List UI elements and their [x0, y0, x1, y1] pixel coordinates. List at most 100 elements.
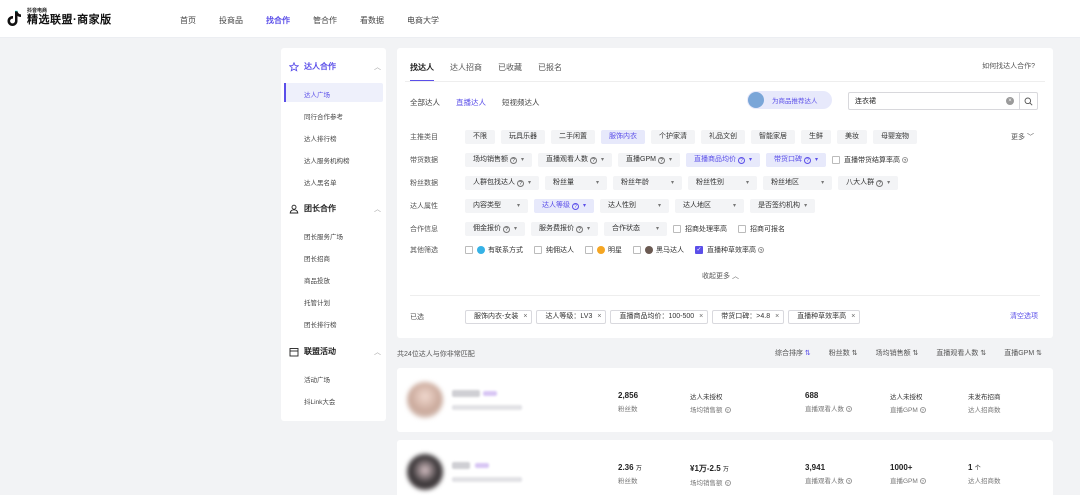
- sidebar-item-peer-reference[interactable]: 同行合作参考: [304, 111, 343, 121]
- checkbox-box[interactable]: [465, 246, 473, 254]
- content-type-dropdown[interactable]: 内容类型 ▾: [465, 199, 529, 213]
- help-icon[interactable]: ?: [503, 225, 510, 233]
- clear-selections-button[interactable]: 清空选项: [1010, 311, 1038, 321]
- influencer-name-blurred[interactable]: [452, 390, 480, 397]
- sidebar-section-alliance-activity[interactable]: 联盟活动 ︿: [289, 346, 381, 357]
- close-icon[interactable]: ×: [523, 311, 527, 323]
- recommend-for-product-button[interactable]: 为商品推荐达人: [747, 91, 832, 109]
- category-chip[interactable]: 生鲜: [801, 130, 831, 144]
- tab-find-influencer[interactable]: 找达人: [410, 62, 434, 82]
- help-icon[interactable]: ?: [510, 156, 517, 164]
- help-icon[interactable]: ?: [758, 247, 764, 253]
- coop-status-dropdown[interactable]: 合作状态 ▾: [604, 222, 668, 236]
- has-contact-checkbox[interactable]: 有联系方式: [465, 245, 523, 255]
- sidebar-item-activity-square[interactable]: 活动广场: [304, 374, 330, 384]
- recruit-available-checkbox[interactable]: 招商可报名: [738, 224, 785, 234]
- sort-live-viewers[interactable]: 直播观看人数 ⇅: [927, 348, 986, 358]
- sidebar-item-influencer-ranking[interactable]: 达人排行榜: [304, 133, 337, 143]
- category-chip[interactable]: 智能家居: [751, 130, 795, 144]
- close-icon[interactable]: ×: [699, 311, 703, 323]
- help-icon[interactable]: ?: [738, 156, 745, 164]
- sidebar-item-product-placement[interactable]: 商品投放: [304, 275, 330, 285]
- sidebar-item-leader-service-square[interactable]: 团长服务广场: [304, 231, 343, 241]
- pure-commission-checkbox[interactable]: 纯佣达人: [534, 245, 574, 255]
- category-chip[interactable]: 美妆: [837, 130, 867, 144]
- sidebar-item-agency-ranking[interactable]: 达人服务机构榜: [304, 155, 350, 165]
- subtab-live[interactable]: 直播达人: [456, 97, 486, 108]
- checkbox-box[interactable]: [585, 246, 593, 254]
- sidebar-item-leader-ranking[interactable]: 团长排行榜: [304, 319, 337, 329]
- seeding-efficiency-checkbox[interactable]: ✓ 直播种草效率高?: [695, 245, 764, 255]
- influencer-gender-dropdown[interactable]: 达人性别 ▾: [600, 199, 670, 213]
- help-icon[interactable]: ?: [572, 202, 580, 210]
- settlement-rate-checkbox[interactable]: 直播带货结算率高?: [832, 155, 909, 165]
- sidebar-section-team-leader[interactable]: 团长合作 ︿: [289, 203, 381, 214]
- subtab-short-video[interactable]: 短视频达人: [502, 97, 540, 108]
- search-button[interactable]: [1019, 93, 1037, 109]
- live-gpm-dropdown[interactable]: 直播GPM? ▾: [618, 153, 680, 167]
- category-chip[interactable]: 母婴宠物: [873, 130, 917, 144]
- sidebar-section-influencer[interactable]: 达人合作 ︿: [289, 61, 381, 72]
- checkbox-box[interactable]: [738, 225, 747, 233]
- avatar[interactable]: [407, 382, 443, 418]
- influencer-region-dropdown[interactable]: 达人地区 ▾: [675, 199, 745, 213]
- reputation-dropdown[interactable]: 带货口碑? ▾: [766, 153, 827, 167]
- chevron-up-icon[interactable]: ︿: [374, 62, 381, 72]
- sidebar-item-leader-recruit[interactable]: 团长招商: [304, 253, 330, 263]
- category-chip[interactable]: 礼品文创: [701, 130, 745, 144]
- nav-find-cooperation[interactable]: 找合作: [266, 15, 290, 26]
- help-icon[interactable]: ?: [576, 225, 584, 233]
- checkbox-box[interactable]: [633, 246, 641, 254]
- live-avg-price-dropdown[interactable]: 直播商品均价? ▾: [686, 153, 761, 167]
- nav-manage-cooperation[interactable]: 管合作: [313, 15, 337, 26]
- tab-favorites[interactable]: 已收藏: [498, 62, 522, 82]
- fans-age-dropdown[interactable]: 粉丝年龄 ▾: [613, 176, 683, 190]
- category-chip[interactable]: 个护家清: [651, 130, 695, 144]
- influencer-card[interactable]: 2,856 粉丝数 达人未授权 场均销售额? 688 直播观看人数? 达人未授权…: [397, 368, 1053, 432]
- nav-ecommerce-university[interactable]: 电商大学: [407, 15, 439, 26]
- help-link[interactable]: 如何找达人合作?: [982, 61, 1035, 71]
- live-viewers-dropdown[interactable]: 直播观看人数? ▾: [538, 153, 613, 167]
- commission-quote-dropdown[interactable]: 佣金报价? ▾: [465, 222, 526, 236]
- fans-count-dropdown[interactable]: 粉丝量 ▾: [545, 176, 608, 190]
- category-chip-selected[interactable]: 服饰内衣: [601, 130, 645, 144]
- sort-gpm[interactable]: 直播GPM ⇅: [995, 348, 1042, 358]
- search-box[interactable]: 连衣裙 ×: [848, 92, 1038, 110]
- close-icon[interactable]: ×: [851, 311, 855, 323]
- sidebar-item-influencer-square[interactable]: 达人广场: [304, 89, 330, 99]
- tab-influencer-recruit[interactable]: 达人招商: [450, 62, 482, 82]
- help-icon[interactable]: ?: [657, 156, 665, 164]
- nav-promote-product[interactable]: 投商品: [219, 15, 243, 26]
- help-icon[interactable]: ?: [919, 478, 926, 484]
- category-chip[interactable]: 不限: [465, 130, 495, 144]
- influencer-level-dropdown[interactable]: 达人等级? ▾: [534, 199, 595, 213]
- nav-data[interactable]: 看数据: [360, 15, 384, 26]
- celebrity-checkbox[interactable]: 明星: [585, 245, 622, 255]
- influencer-name-blurred[interactable]: [452, 462, 470, 469]
- fans-region-dropdown[interactable]: 粉丝地区 ▾: [763, 176, 833, 190]
- sort-composite[interactable]: 综合排序 ⇅: [766, 348, 811, 358]
- help-icon[interactable]: ?: [724, 407, 731, 413]
- dark-horse-checkbox[interactable]: 黑马达人: [633, 245, 684, 255]
- close-icon[interactable]: ×: [775, 311, 779, 323]
- help-icon[interactable]: ?: [846, 478, 852, 484]
- more-categories-button[interactable]: 更多 ﹀: [1011, 132, 1034, 142]
- sort-fans[interactable]: 粉丝数 ⇅: [820, 348, 858, 358]
- eight-crowds-dropdown[interactable]: 八大人群? ▾: [838, 176, 899, 190]
- category-chip[interactable]: 玩具乐器: [501, 130, 545, 144]
- close-icon[interactable]: ×: [597, 311, 601, 323]
- tab-signed-up[interactable]: 已报名: [538, 62, 562, 82]
- chevron-up-icon[interactable]: ︿: [374, 204, 381, 214]
- sort-avg-sales[interactable]: 场均销售额 ⇅: [867, 348, 919, 358]
- logo[interactable]: 抖音电商 精选联盟·商家版: [5, 8, 112, 27]
- fans-gender-dropdown[interactable]: 粉丝性别 ▾: [688, 176, 758, 190]
- help-icon[interactable]: ?: [517, 179, 524, 187]
- sidebar-item-trust-plan[interactable]: 托管计划: [304, 297, 330, 307]
- category-chip[interactable]: 二手闲置: [551, 130, 595, 144]
- agency-signed-dropdown[interactable]: 是否签约机构 ▾: [750, 199, 816, 213]
- help-icon[interactable]: ?: [876, 179, 884, 187]
- crowd-pack-dropdown[interactable]: 人群包找达人? ▾: [465, 176, 540, 190]
- checkbox-box[interactable]: [832, 156, 841, 164]
- chevron-up-icon[interactable]: ︿: [374, 347, 381, 357]
- avatar[interactable]: [407, 454, 443, 490]
